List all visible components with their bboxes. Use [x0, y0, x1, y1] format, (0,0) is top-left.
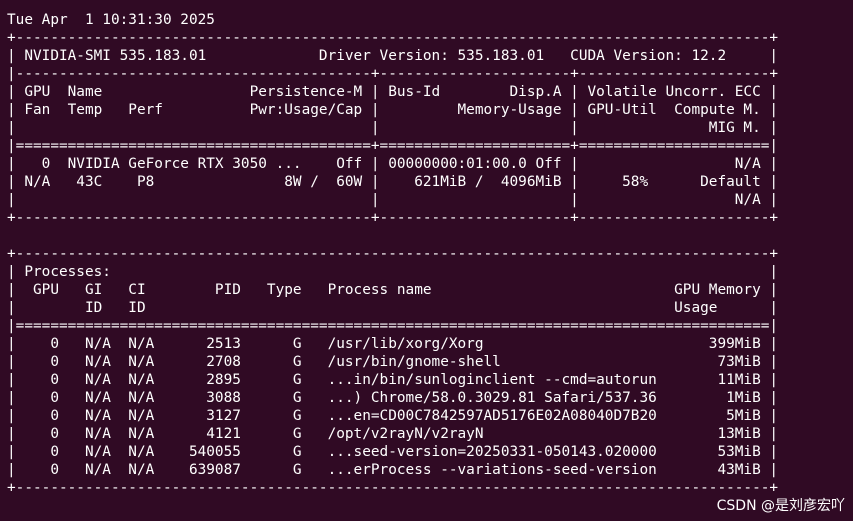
- smi-version-line: | NVIDIA-SMI 535.183.01 Driver Version: …: [7, 48, 779, 64]
- gpu-header-row-3: | | | MIG M. |: [7, 120, 779, 136]
- processes-title: | Processes: |: [7, 264, 779, 280]
- process-row: | 0 N/A N/A 2895 G ...in/bin/sunlogincli…: [7, 372, 779, 388]
- table-divider: |---------------------------------------…: [7, 66, 779, 82]
- process-row: | 0 N/A N/A 2513 G /usr/lib/xorg/Xorg 39…: [7, 336, 779, 352]
- processes-border-top: +---------------------------------------…: [7, 246, 779, 262]
- table-border-bottom: +---------------------------------------…: [7, 210, 779, 226]
- gpu-row-2: | N/A 43C P8 8W / 60W | 621MiB / 4096MiB…: [7, 174, 779, 190]
- process-row: | 0 N/A N/A 3127 G ...en=CD00C7842597AD5…: [7, 408, 779, 424]
- terminal-window[interactable]: Tue Apr 1 10:31:30 2025 +---------------…: [0, 0, 853, 521]
- processes-separator: |=======================================…: [7, 318, 779, 334]
- process-row: | 0 N/A N/A 639087 G ...erProcess --vari…: [7, 462, 779, 478]
- process-row: | 0 N/A N/A 4121 G /opt/v2rayN/v2rayN 13…: [7, 426, 779, 442]
- processes-header-1: | GPU GI CI PID Type Process name GPU Me…: [7, 282, 779, 298]
- gpu-header-row-1: | GPU Name Persistence-M | Bus-Id Disp.A…: [7, 84, 779, 100]
- gpu-row-3: | | | N/A |: [7, 192, 779, 208]
- timestamp-line: Tue Apr 1 10:31:30 2025: [7, 12, 215, 28]
- csdn-watermark: CSDN @是刘彦宏吖: [716, 498, 845, 514]
- process-row: | 0 N/A N/A 2708 G /usr/bin/gnome-shell …: [7, 354, 779, 370]
- process-row: | 0 N/A N/A 3088 G ...) Chrome/58.0.3029…: [7, 390, 779, 406]
- gpu-header-separator: |=======================================…: [7, 138, 779, 154]
- process-row: | 0 N/A N/A 540055 G ...seed-version=202…: [7, 444, 779, 460]
- processes-header-2: | ID ID Usage |: [7, 300, 779, 316]
- processes-border-bottom: +---------------------------------------…: [7, 480, 779, 496]
- table-border-top: +---------------------------------------…: [7, 30, 779, 46]
- gpu-row-1: | 0 NVIDIA GeForce RTX 3050 ... Off | 00…: [7, 156, 779, 172]
- gpu-header-row-2: | Fan Temp Perf Pwr:Usage/Cap | Memory-U…: [7, 102, 779, 118]
